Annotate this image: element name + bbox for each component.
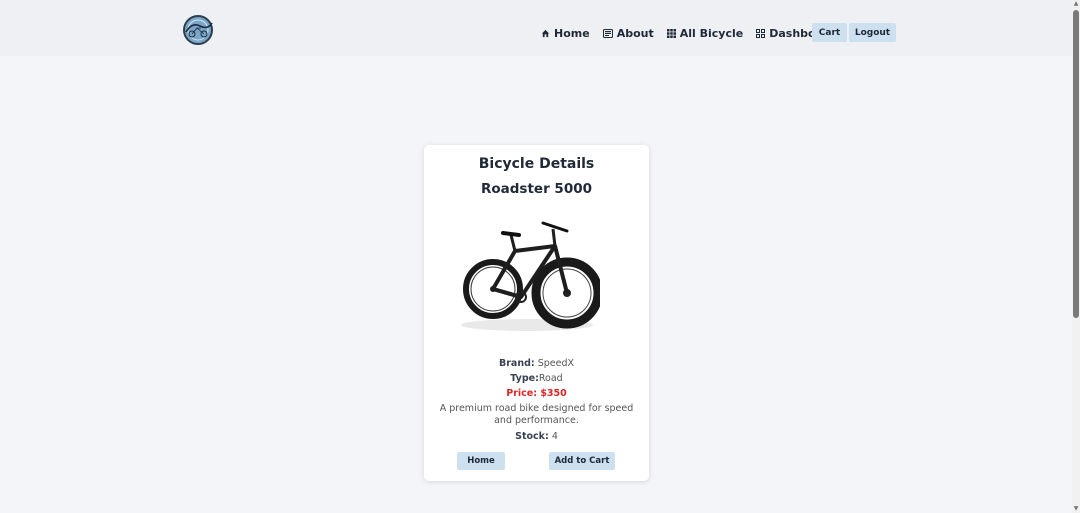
scroll-down-icon[interactable]: ▼ xyxy=(1072,505,1080,513)
page: Home About All Bicycle Dashboard Cart Lo… xyxy=(0,0,1080,513)
stock-label: Stock: xyxy=(515,431,549,442)
nav-about[interactable]: About xyxy=(602,26,654,40)
cart-button[interactable]: Cart xyxy=(812,23,847,42)
vertical-scrollbar[interactable]: ▲ ▼ xyxy=(1072,0,1080,513)
nav-all-bicycle[interactable]: All Bicycle xyxy=(666,26,744,40)
home-button[interactable]: Home xyxy=(457,452,505,470)
main-nav: Home About All Bicycle Dashboard xyxy=(541,23,849,43)
bicycle-image xyxy=(455,213,603,338)
nav-home-label: Home xyxy=(554,26,590,40)
logo-icon xyxy=(183,15,213,45)
brand-row: Brand: SpeedX xyxy=(424,358,649,369)
scrollbar-thumb[interactable] xyxy=(1073,10,1079,318)
bicycle-name: Roadster 5000 xyxy=(480,181,593,197)
add-to-cart-button[interactable]: Add to Cart xyxy=(549,452,615,470)
dashboard-icon xyxy=(756,28,766,38)
brand-label: Brand: xyxy=(498,358,535,369)
stock-row: Stock: 4 xyxy=(424,431,649,442)
nav-all-bicycle-label: All Bicycle xyxy=(679,26,744,40)
logout-button[interactable]: Logout xyxy=(849,23,896,42)
nav-home[interactable]: Home xyxy=(541,27,590,40)
brand-value: SpeedX xyxy=(537,358,575,369)
type-row: Type:Road xyxy=(424,373,649,384)
grid-icon xyxy=(666,28,676,38)
type-label: Type: xyxy=(510,373,539,384)
nav-about-label: About xyxy=(616,26,654,40)
logo[interactable] xyxy=(180,14,216,46)
description: A premium road bike designed for speed a… xyxy=(439,403,634,426)
bicycle-details-card: Bicycle Details Roadster 5000 Brand: Spe… xyxy=(424,145,649,481)
header: Home About All Bicycle Dashboard Cart Lo… xyxy=(0,0,1072,56)
scroll-up-icon[interactable]: ▲ xyxy=(1072,0,1080,8)
card-title: Bicycle Details xyxy=(478,156,595,172)
type-value: Road xyxy=(538,373,563,384)
home-icon xyxy=(541,29,550,38)
price: Price: $350 xyxy=(506,388,567,399)
stock-value: 4 xyxy=(551,431,558,442)
about-icon xyxy=(602,28,613,38)
